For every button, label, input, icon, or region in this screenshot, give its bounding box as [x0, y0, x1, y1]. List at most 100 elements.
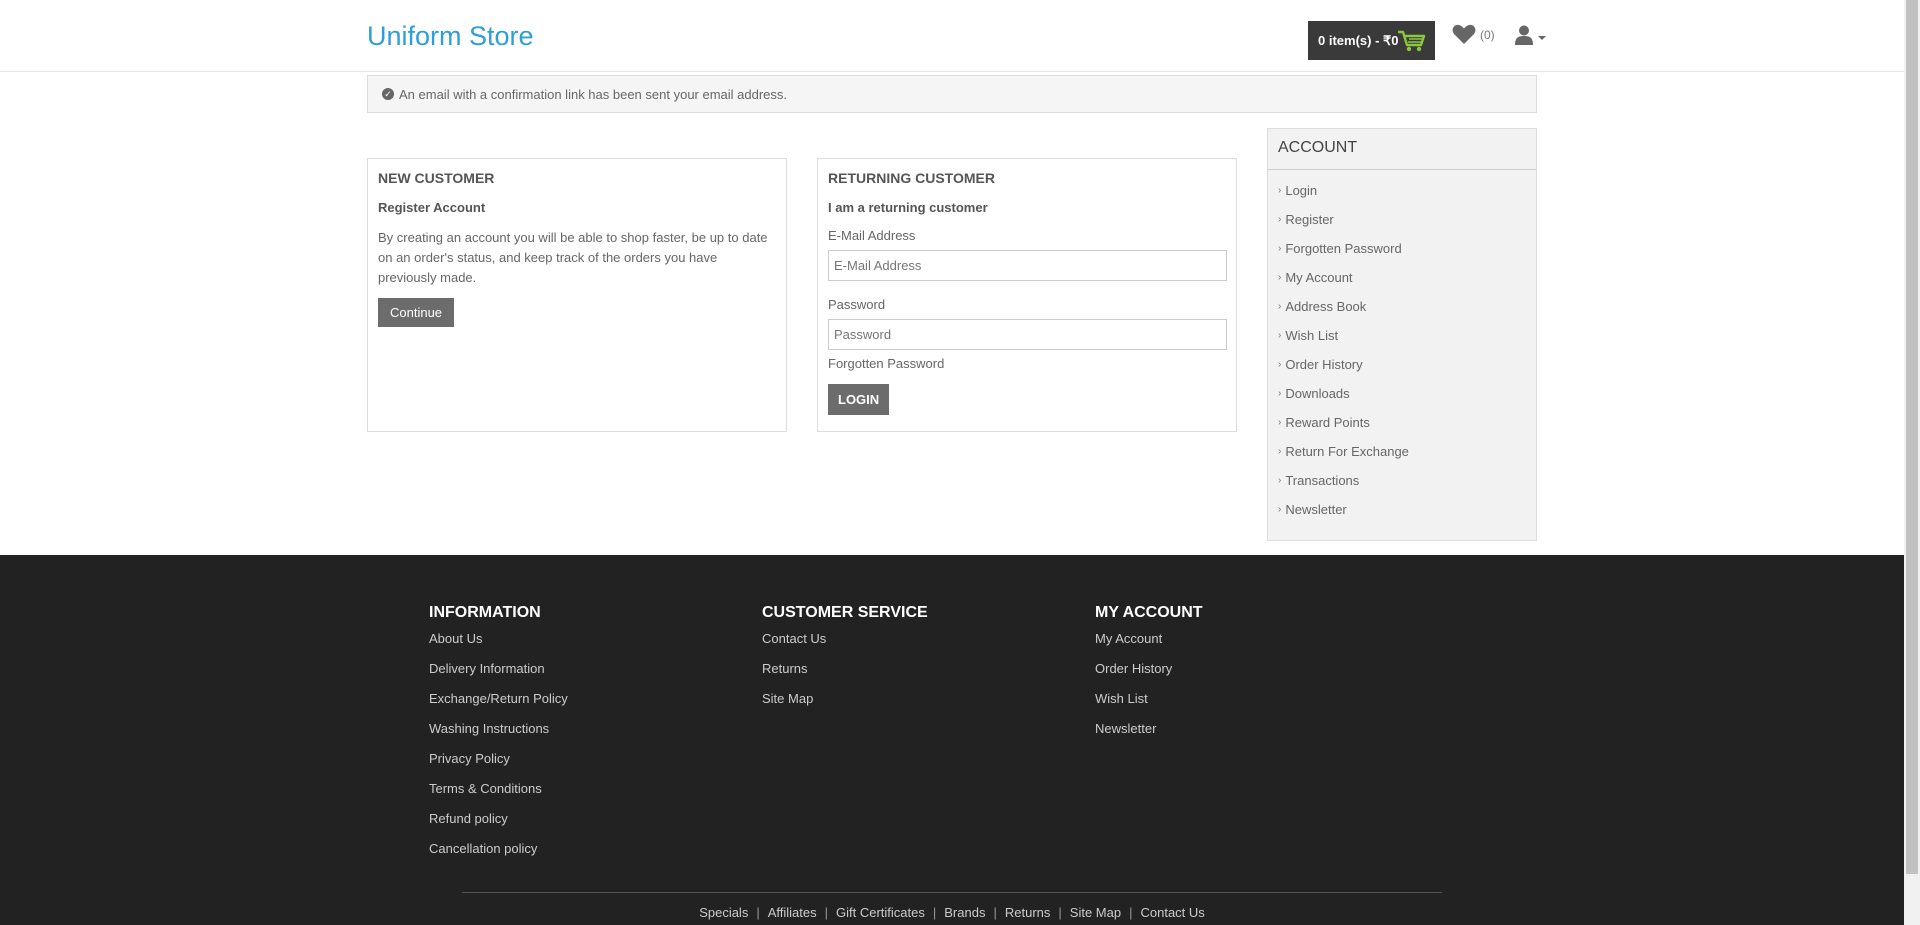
- sidebar-item-label: Downloads: [1285, 386, 1350, 401]
- chevron-right-icon: ›: [1278, 330, 1282, 341]
- footer-link[interactable]: My Account: [1095, 631, 1203, 661]
- site-header: Uniform Store 0 item(s) - ₹0 (0): [0, 0, 1904, 72]
- sidebar-item-reward-points[interactable]: › Reward Points: [1278, 415, 1536, 444]
- footer-link[interactable]: Cancellation policy: [429, 841, 568, 871]
- chevron-right-icon: ›: [1278, 417, 1282, 428]
- sidebar-item-wish-list[interactable]: › Wish List: [1278, 328, 1536, 357]
- link-separator: |: [756, 905, 760, 920]
- bottom-link-specials[interactable]: Specials: [699, 905, 748, 920]
- footer-link[interactable]: Contact Us: [762, 631, 928, 661]
- store-logo[interactable]: Uniform Store: [367, 21, 534, 52]
- sidebar-item-login[interactable]: › Login: [1278, 183, 1536, 212]
- footer-link[interactable]: Refund policy: [429, 811, 568, 841]
- chevron-right-icon: ›: [1278, 214, 1282, 225]
- link-separator: |: [993, 905, 997, 920]
- login-button[interactable]: LOGIN: [828, 384, 890, 415]
- footer-link[interactable]: Returns: [762, 661, 928, 691]
- bottom-link-contact-us[interactable]: Contact Us: [1140, 905, 1204, 920]
- footer-heading: INFORMATION: [429, 604, 541, 621]
- chevron-right-icon: ›: [1278, 446, 1282, 457]
- footer-link[interactable]: Wish List: [1095, 691, 1203, 721]
- sidebar-menu: › Login › Register › Forgotten Password › My…: [1268, 170, 1536, 531]
- sidebar-item-transactions[interactable]: › Transactions: [1278, 473, 1536, 502]
- bottom-link-returns[interactable]: Returns: [1005, 905, 1051, 920]
- email-field[interactable]: [828, 250, 1227, 281]
- footer-my-account: MY ACCOUNT My Account Order History Wish…: [1095, 604, 1203, 751]
- footer-link[interactable]: About Us: [429, 631, 568, 661]
- bottom-link-gift-certificates[interactable]: Gift Certificates: [836, 905, 925, 920]
- footer-link[interactable]: Exchange/Return Policy: [429, 691, 568, 721]
- page-scrollbar[interactable]: [1904, 0, 1920, 925]
- cart-label: 0 item(s) - ₹0: [1318, 32, 1399, 48]
- sidebar-item-my-account[interactable]: › My Account: [1278, 270, 1536, 299]
- site-footer: INFORMATION About Us Delivery Informatio…: [0, 555, 1904, 925]
- forgotten-password-link[interactable]: Forgotten Password: [828, 356, 1226, 371]
- account-dropdown[interactable]: [1514, 25, 1546, 45]
- sidebar-item-forgotten-password[interactable]: › Forgotten Password: [1278, 241, 1536, 270]
- bottom-link-affiliates[interactable]: Affiliates: [768, 905, 817, 920]
- sidebar-item-newsletter[interactable]: › Newsletter: [1278, 502, 1536, 531]
- footer-link[interactable]: Washing Instructions: [429, 721, 568, 751]
- footer-information: INFORMATION About Us Delivery Informatio…: [429, 604, 568, 871]
- wishlist-count: (0): [1480, 27, 1495, 42]
- chevron-right-icon: ›: [1278, 475, 1282, 486]
- footer-link[interactable]: Site Map: [762, 691, 928, 721]
- sidebar-item-label: Order History: [1285, 357, 1363, 372]
- chevron-right-icon: ›: [1278, 272, 1282, 283]
- link-separator: |: [1058, 905, 1062, 920]
- sidebar-title: ACCOUNT: [1268, 129, 1536, 170]
- check-circle-icon: ✓: [382, 88, 394, 100]
- sidebar-item-label: Wish List: [1285, 328, 1339, 343]
- footer-link[interactable]: Privacy Policy: [429, 751, 568, 781]
- sidebar-item-address-book[interactable]: › Address Book: [1278, 299, 1536, 328]
- sidebar-item-label: Address Book: [1285, 299, 1367, 314]
- sidebar-item-downloads[interactable]: › Downloads: [1278, 386, 1536, 415]
- footer-link[interactable]: Newsletter: [1095, 721, 1203, 751]
- user-icon: [1515, 25, 1533, 45]
- cart-button[interactable]: 0 item(s) - ₹0: [1308, 21, 1435, 60]
- new-customer-title: NEW CUSTOMER: [378, 170, 495, 186]
- footer-bottom-links: Specials | Affiliates | Gift Certificates | Br…: [0, 905, 1904, 920]
- returning-customer-panel: RETURNING CUSTOMER I am a returning cust…: [817, 158, 1237, 432]
- footer-customer-service: CUSTOMER SERVICE Contact Us Returns Site…: [762, 604, 928, 721]
- scrollbar-thumb[interactable]: [1906, 0, 1918, 874]
- sidebar-item-label: Return For Exchange: [1285, 444, 1409, 459]
- chevron-right-icon: ›: [1278, 359, 1282, 370]
- link-separator: |: [1129, 905, 1133, 920]
- sidebar-item-label: Login: [1285, 183, 1318, 198]
- link-separator: |: [932, 905, 937, 920]
- sidebar-item-label: Reward Points: [1285, 415, 1370, 430]
- password-field[interactable]: [828, 319, 1227, 350]
- alert-message: An email with a confirmation link has be…: [399, 86, 788, 102]
- link-separator: |: [824, 905, 829, 920]
- returning-customer-subtitle: I am a returning customer: [828, 200, 988, 215]
- new-customer-panel: NEW CUSTOMER Register Account By creatin…: [367, 158, 787, 432]
- sidebar-item-label: Transactions: [1285, 473, 1360, 488]
- footer-link[interactable]: Delivery Information: [429, 661, 568, 691]
- sidebar-item-return-for-exchange[interactable]: › Return For Exchange: [1278, 444, 1536, 473]
- sidebar-item-label: Register: [1285, 212, 1334, 227]
- footer-link[interactable]: Order History: [1095, 661, 1203, 691]
- footer-link[interactable]: Terms & Conditions: [429, 781, 568, 811]
- cart-icon: [1398, 30, 1426, 52]
- chevron-down-icon: [1538, 36, 1546, 40]
- chevron-right-icon: ›: [1278, 243, 1282, 254]
- bottom-link-site-map[interactable]: Site Map: [1070, 905, 1121, 920]
- footer-heading: MY ACCOUNT: [1095, 604, 1203, 621]
- continue-button[interactable]: Continue: [378, 298, 455, 327]
- sidebar-item-label: My Account: [1285, 270, 1353, 285]
- chevron-right-icon: ›: [1278, 504, 1282, 515]
- email-label: E-Mail Address: [828, 228, 916, 243]
- returning-customer-title: RETURNING CUSTOMER: [828, 170, 995, 186]
- new-customer-description: By creating an account you will be able …: [378, 230, 768, 285]
- password-label: Password: [828, 297, 886, 312]
- sidebar-item-register[interactable]: › Register: [1278, 212, 1536, 241]
- wishlist-link[interactable]: (0): [1452, 24, 1495, 45]
- heart-icon: [1452, 24, 1476, 44]
- account-sidebar: ACCOUNT › Login › Register › Forgotten Pass…: [1267, 128, 1537, 541]
- bottom-link-brands[interactable]: Brands: [944, 905, 985, 920]
- chevron-right-icon: ›: [1278, 301, 1282, 312]
- footer-divider: [462, 892, 1442, 893]
- sidebar-item-order-history[interactable]: › Order History: [1278, 357, 1536, 386]
- sidebar-item-label: Newsletter: [1285, 502, 1347, 517]
